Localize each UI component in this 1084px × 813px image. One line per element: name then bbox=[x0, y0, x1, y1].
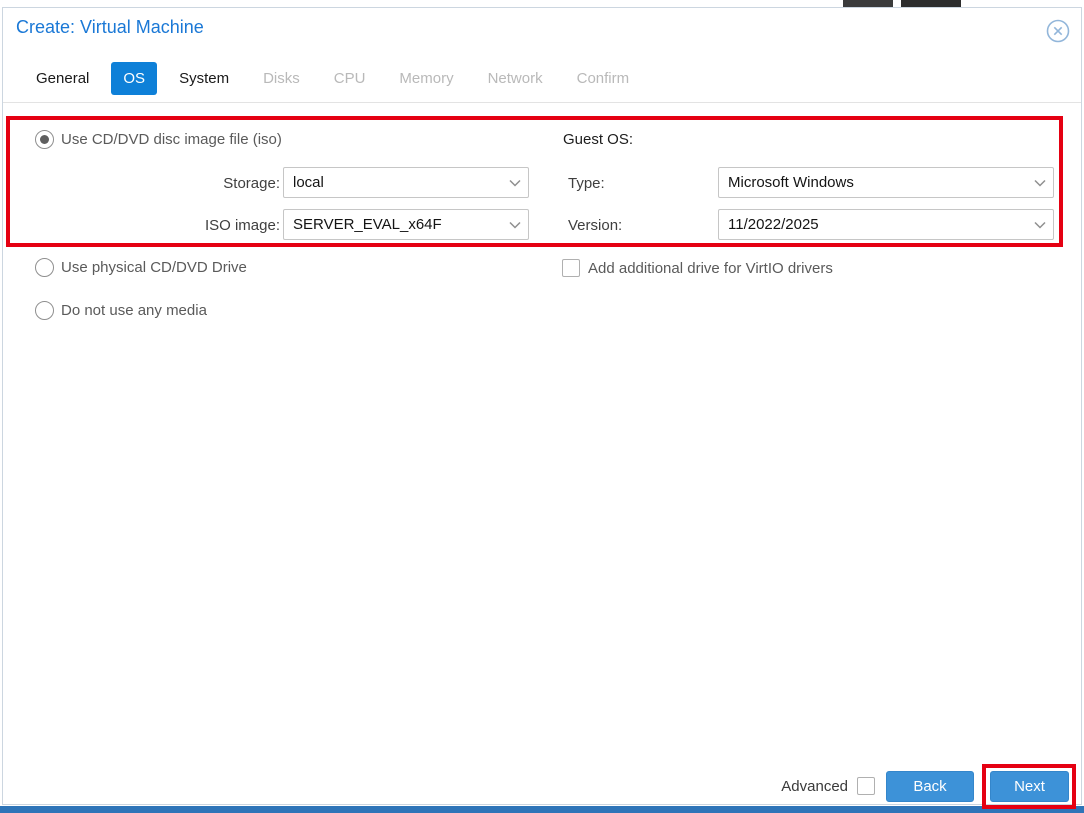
close-button[interactable] bbox=[1045, 18, 1071, 44]
radio-use-iso[interactable] bbox=[35, 130, 54, 149]
create-vm-dialog bbox=[2, 7, 1082, 805]
radio-use-iso-label: Use CD/DVD disc image file (iso) bbox=[61, 130, 282, 149]
storage-label: Storage: bbox=[150, 175, 280, 192]
tab-system[interactable]: System bbox=[167, 62, 241, 95]
radio-use-physical-drive-label: Use physical CD/DVD Drive bbox=[61, 258, 247, 277]
type-label: Type: bbox=[568, 175, 605, 192]
app-bottom-bar bbox=[0, 806, 1084, 813]
os-version-select[interactable]: 11/2022/2025 bbox=[718, 209, 1054, 240]
advanced-label: Advanced bbox=[760, 778, 848, 795]
radio-no-media-label: Do not use any media bbox=[61, 301, 207, 320]
virtio-drivers-label: Add additional drive for VirtIO drivers bbox=[588, 259, 833, 278]
os-type-select[interactable]: Microsoft Windows bbox=[718, 167, 1054, 198]
os-type-select-value: Microsoft Windows bbox=[728, 174, 854, 191]
chevron-down-icon bbox=[509, 179, 521, 187]
tab-memory: Memory bbox=[387, 62, 465, 95]
os-version-select-value: 11/2022/2025 bbox=[728, 216, 819, 233]
radio-no-media[interactable] bbox=[35, 301, 54, 320]
chevron-down-icon bbox=[1034, 221, 1046, 229]
page-title: Create: Virtual Machine bbox=[16, 17, 204, 38]
tabbar-divider bbox=[3, 102, 1081, 103]
advanced-checkbox[interactable] bbox=[857, 777, 875, 795]
back-button[interactable]: Back bbox=[886, 771, 974, 802]
chevron-down-icon bbox=[509, 221, 521, 229]
version-label: Version: bbox=[568, 217, 622, 234]
tab-os[interactable]: OS bbox=[111, 62, 157, 95]
tab-cpu: CPU bbox=[322, 62, 378, 95]
iso-image-label: ISO image: bbox=[150, 217, 280, 234]
virtio-drivers-checkbox[interactable] bbox=[562, 259, 580, 277]
tab-general[interactable]: General bbox=[24, 62, 101, 95]
storage-select[interactable]: local bbox=[283, 167, 529, 198]
chevron-down-icon bbox=[1034, 179, 1046, 187]
tab-confirm: Confirm bbox=[565, 62, 642, 95]
tab-disks: Disks bbox=[251, 62, 312, 95]
iso-image-select[interactable]: SERVER_EVAL_x64F bbox=[283, 209, 529, 240]
iso-image-select-value: SERVER_EVAL_x64F bbox=[293, 216, 442, 233]
close-icon bbox=[1045, 18, 1071, 44]
radio-use-physical-drive[interactable] bbox=[35, 258, 54, 277]
guest-os-heading: Guest OS: bbox=[563, 130, 633, 149]
screen: Create: Virtual Machine General OS Syste… bbox=[0, 0, 1084, 813]
next-button[interactable]: Next bbox=[990, 771, 1069, 802]
storage-select-value: local bbox=[293, 174, 324, 191]
tab-network: Network bbox=[476, 62, 555, 95]
tab-bar: General OS System Disks CPU Memory Netwo… bbox=[24, 62, 641, 95]
